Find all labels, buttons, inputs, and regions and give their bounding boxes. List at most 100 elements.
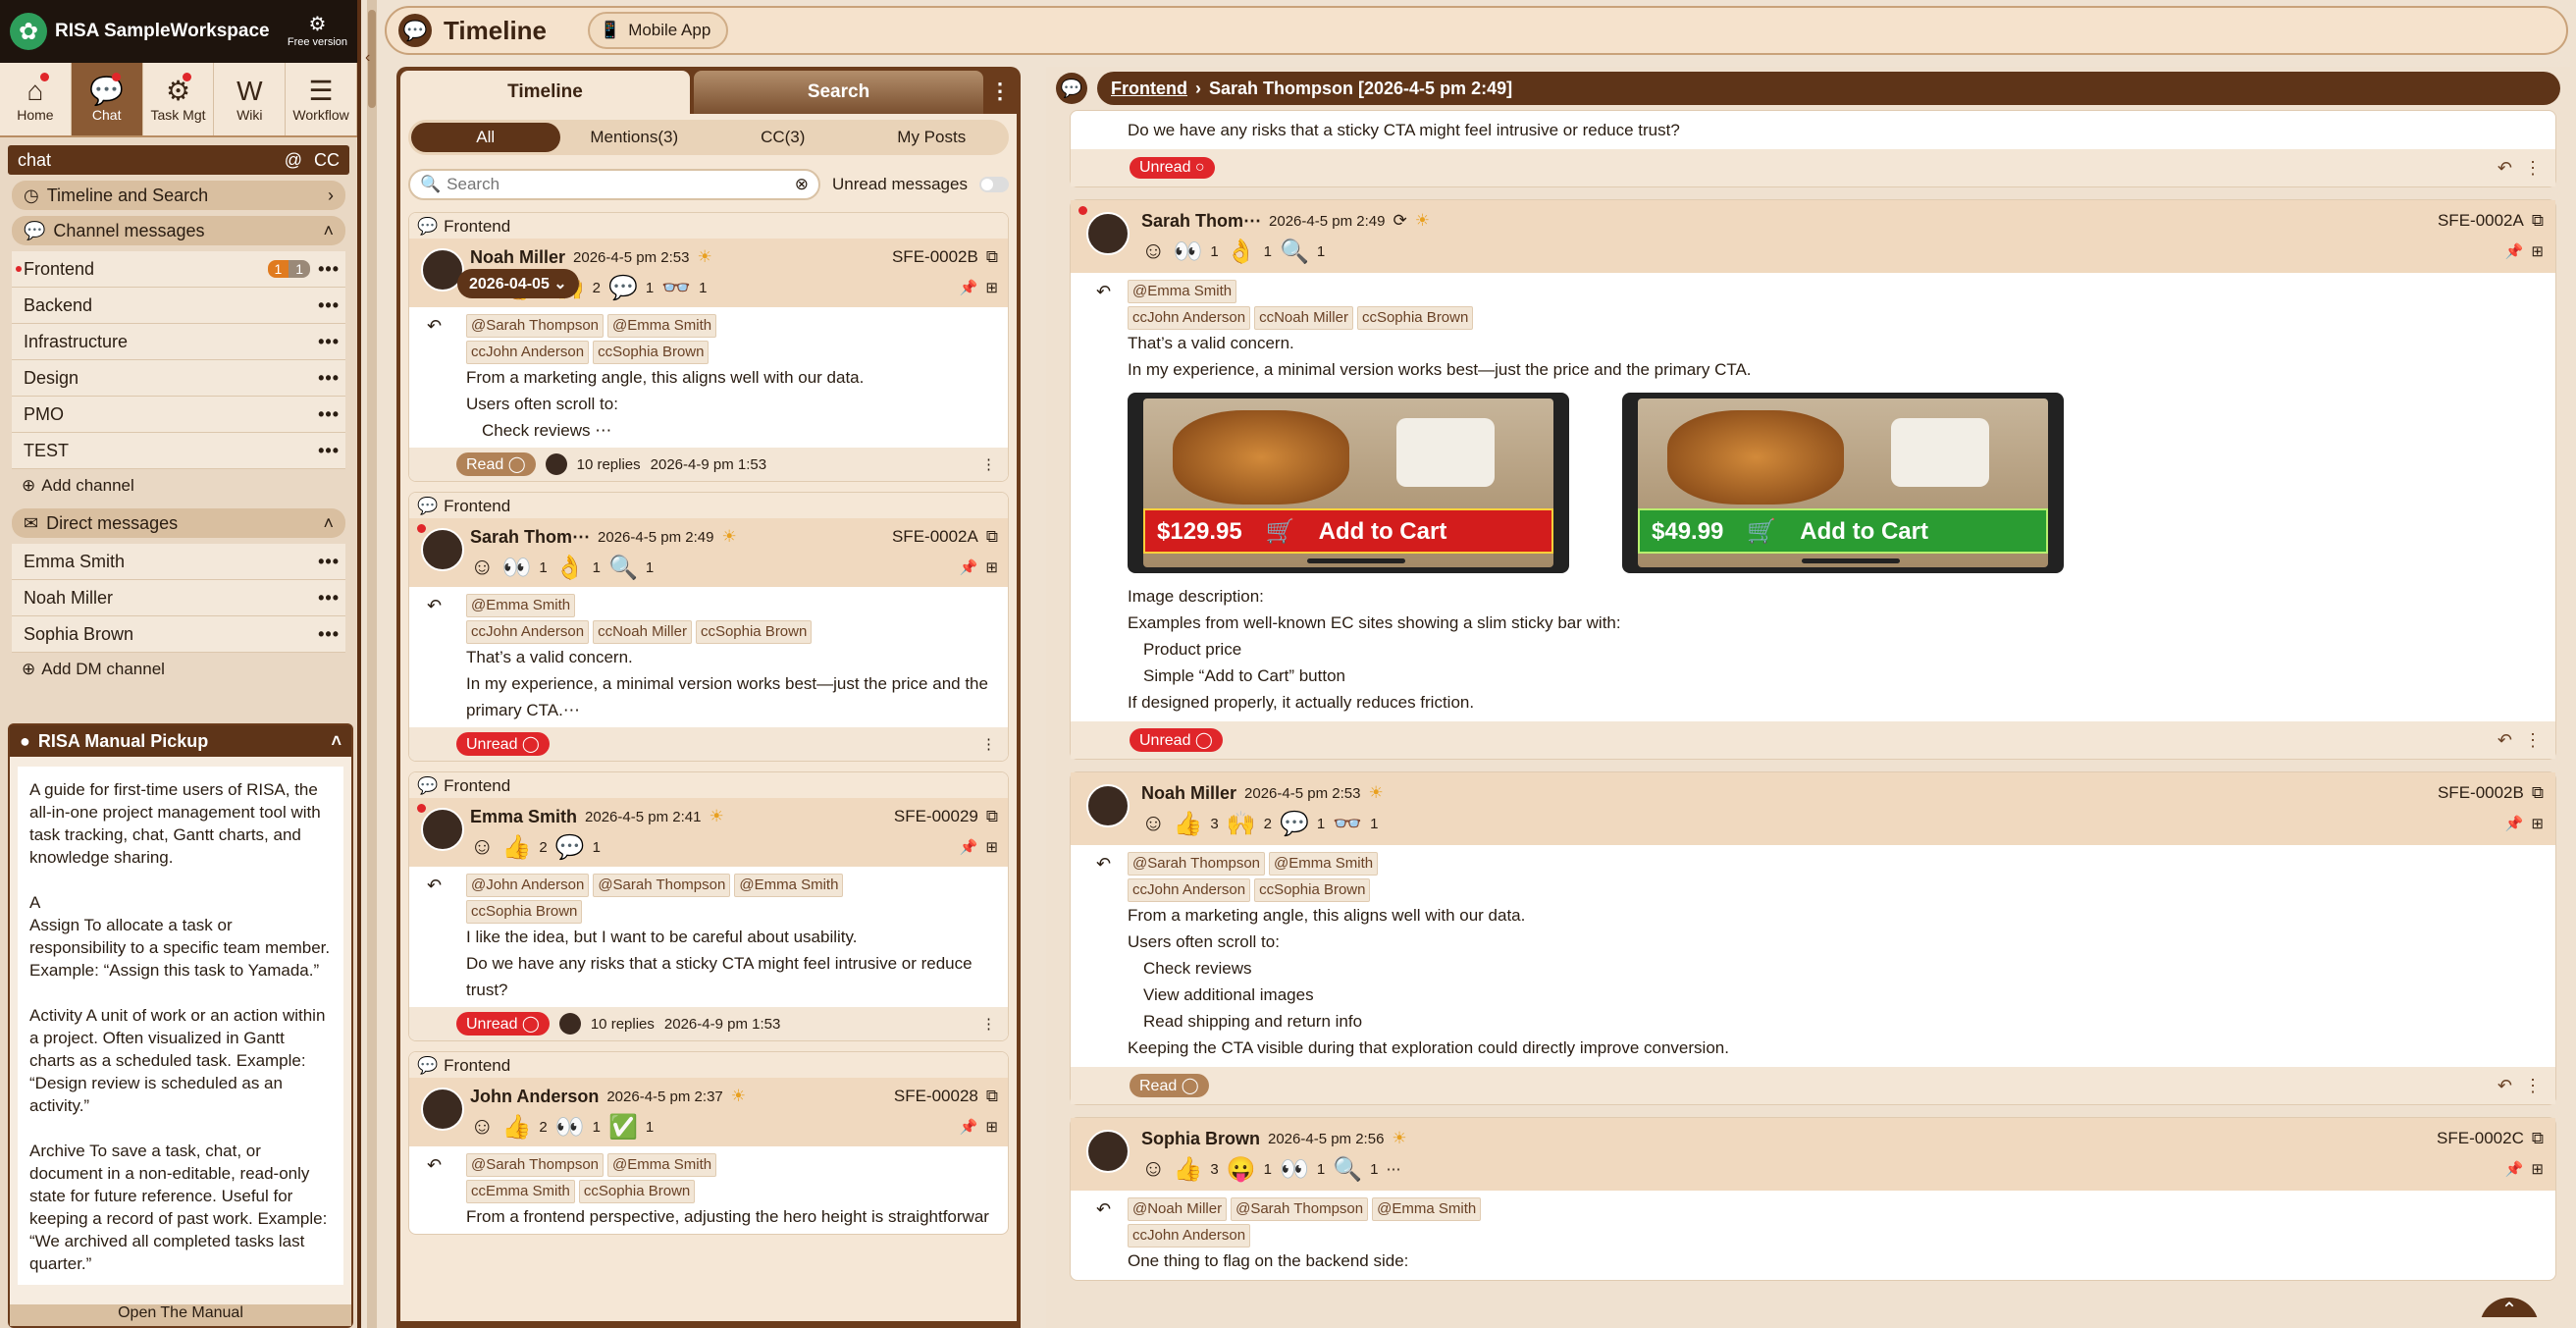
avatar[interactable] [1086,212,1130,255]
copy-icon[interactable]: ⧉ [2532,783,2544,803]
reaction-emoji[interactable]: 👀 [1174,238,1203,266]
sidebar-item-noah-miller[interactable]: Noah Miller ••• [12,580,345,616]
avatar[interactable] [1086,784,1130,827]
date-pill[interactable]: 2026-04-05 ⌄ [457,269,579,298]
read-status[interactable]: Read ◯ [1130,1074,1209,1097]
more-icon[interactable]: ••• [318,552,340,572]
sidebar-item-test[interactable]: TEST ••• [12,433,345,469]
pin-icon[interactable]: 📌 [2505,815,2524,832]
cc-tag[interactable]: ccSophia Brown [695,620,813,644]
add-task-icon[interactable]: ⊞ [985,1118,998,1136]
author-name[interactable]: Sophia Brown [1141,1129,1260,1149]
reaction-emoji[interactable]: 👍 [502,1113,532,1142]
add-task-icon[interactable]: ⊞ [985,279,998,296]
reaction-emoji[interactable]: 💬 [608,274,638,302]
mention-tag[interactable]: @Emma Smith [607,314,717,338]
add-reaction-icon[interactable]: ☺ [470,554,495,581]
reply-icon[interactable]: ↶ [2497,730,2512,751]
more-icon[interactable]: ••• [318,588,340,609]
cc-tag[interactable]: ccSophia Brown [1356,306,1474,330]
author-name[interactable]: John Anderson [470,1087,599,1107]
read-status[interactable]: Unread ◯ [456,1012,550,1036]
reaction-emoji[interactable]: 💬 [1280,810,1309,838]
app-task-mgt[interactable]: ⚙ Task Mgt [143,63,215,135]
timeline-card[interactable]: 💬 Frontend Emma Smith 2026-4-5 pm 2:41 ☀ SFE-… [408,771,1009,1041]
reply-icon[interactable]: ↶ [2497,1076,2512,1096]
app-home[interactable]: ⌂ Home [0,63,72,135]
mention-tag[interactable]: @Sarah Thompson [1128,852,1266,876]
author-name[interactable]: Sarah Thom⋯ [1141,211,1261,232]
free-version-button[interactable]: ⚙ Free version [288,13,347,49]
more-icon[interactable]: ••• [318,332,340,352]
attachment-image[interactable]: $129.95 🛒 Add to Cart [1128,393,1569,573]
more-icon[interactable]: ••• [318,295,340,316]
cc-tag[interactable]: ccSophia Brown [1254,878,1371,902]
clear-icon[interactable]: ⊗ [795,175,809,194]
reaction-emoji[interactable]: 👀 [1280,1155,1309,1184]
add-task-icon[interactable]: ⊞ [2531,815,2544,832]
sidebar-item-infrastructure[interactable]: Infrastructure ••• [12,324,345,360]
mention-tag[interactable]: @Sarah Thompson [593,874,731,897]
sidebar-item-pmo[interactable]: PMO ••• [12,397,345,433]
timeline-card[interactable]: 💬 Frontend John Anderson 2026-4-5 pm 2:37 ☀ S… [408,1051,1009,1235]
avatar[interactable] [421,1088,464,1131]
timeline-card[interactable]: 💬 Frontend Noah Miller 2026-4-5 pm 2:53 ☀ SFE… [408,212,1009,482]
reaction-emoji[interactable]: 👍 [502,833,532,862]
cc-tag[interactable]: ccNoah Miller [593,620,692,644]
mention-tag[interactable]: @Emma Smith [607,1153,717,1177]
filter-mentions[interactable]: Mentions(3) [560,123,710,152]
app-wiki[interactable]: W Wiki [214,63,287,135]
kebab-menu-icon[interactable]: ⋮ [981,735,996,753]
add-dm-channel-button[interactable]: ⊕ Add DM channel [12,653,345,686]
cc-tag[interactable]: ccJohn Anderson [466,341,590,364]
reaction-emoji[interactable]: 👌 [555,554,585,582]
tab-search[interactable]: Search [694,71,983,114]
unread-toggle[interactable] [978,177,1009,192]
add-reaction-icon[interactable]: ☺ [1141,1155,1166,1183]
filter-all[interactable]: All [411,123,560,152]
reaction-emoji[interactable]: 🔍 [1333,1155,1362,1184]
add-reaction-icon[interactable]: ☺ [1141,238,1166,265]
sidebar-item-design[interactable]: Design ••• [12,360,345,397]
cc-tag[interactable]: ccEmma Smith [466,1180,575,1203]
reaction-emoji[interactable]: 👀 [555,1113,585,1142]
mention-tag[interactable]: @Emma Smith [466,594,576,617]
read-status[interactable]: Unread ◯ [1130,728,1223,752]
copy-icon[interactable]: ⧉ [986,807,998,826]
author-name[interactable]: Noah Miller [1141,783,1236,804]
copy-icon[interactable]: ⧉ [986,247,998,267]
mention-filter-button[interactable]: @ [285,150,302,171]
search-input[interactable] [447,175,789,194]
cc-tag[interactable]: ccJohn Anderson [1128,1224,1251,1248]
avatar[interactable] [1086,1130,1130,1173]
mention-tag[interactable]: @Noah Miller [1128,1197,1228,1221]
kebab-menu-icon[interactable]: ⋮ [2524,158,2542,179]
timeline-card[interactable]: 💬 Frontend Sarah Thom⋯ 2026-4-5 pm 2:49 ☀ SFE… [408,492,1009,762]
reaction-emoji[interactable]: 💬 [555,833,585,862]
reaction-emoji[interactable]: 👍 [1174,1155,1203,1184]
reaction-emoji[interactable]: 😛 [1227,1155,1256,1184]
add-reaction-icon[interactable]: ☺ [470,833,495,861]
author-name[interactable]: Noah Miller [470,247,565,268]
reaction-emoji[interactable]: 👍 [1174,810,1203,838]
pin-icon[interactable]: 📌 [2505,242,2524,260]
app-chat[interactable]: 💬 Chat [71,63,143,135]
mobile-app-button[interactable]: 📱 Mobile App [588,12,729,49]
kebab-menu-icon[interactable]: ⋮ [983,71,1017,114]
sidebar-item-frontend[interactable]: Frontend 1 1 ••• [12,251,345,288]
mention-tag[interactable]: @Sarah Thompson [1231,1197,1369,1221]
tab-timeline[interactable]: Timeline [400,71,690,114]
more-reactions[interactable]: ⋯ [1386,1160,1400,1178]
copy-icon[interactable]: ⧉ [986,527,998,547]
kebab-menu-icon[interactable]: ⋮ [981,1015,996,1033]
reply-count[interactable]: 10 replies [577,456,641,473]
cc-tag[interactable]: ccSophia Brown [466,900,583,924]
open-manual-button[interactable]: Open The Manual [10,1304,351,1326]
reaction-emoji[interactable]: 👀 [502,554,532,582]
add-task-icon[interactable]: ⊞ [2531,242,2544,260]
collapse-sidebar-icon[interactable]: ‹ [365,49,379,79]
attachment-image[interactable]: $49.99 🛒 Add to Cart [1622,393,2064,573]
read-status[interactable]: Unread ◯ [456,732,550,756]
pin-icon[interactable]: 📌 [960,279,978,296]
breadcrumb-channel-link[interactable]: Frontend [1111,79,1187,99]
